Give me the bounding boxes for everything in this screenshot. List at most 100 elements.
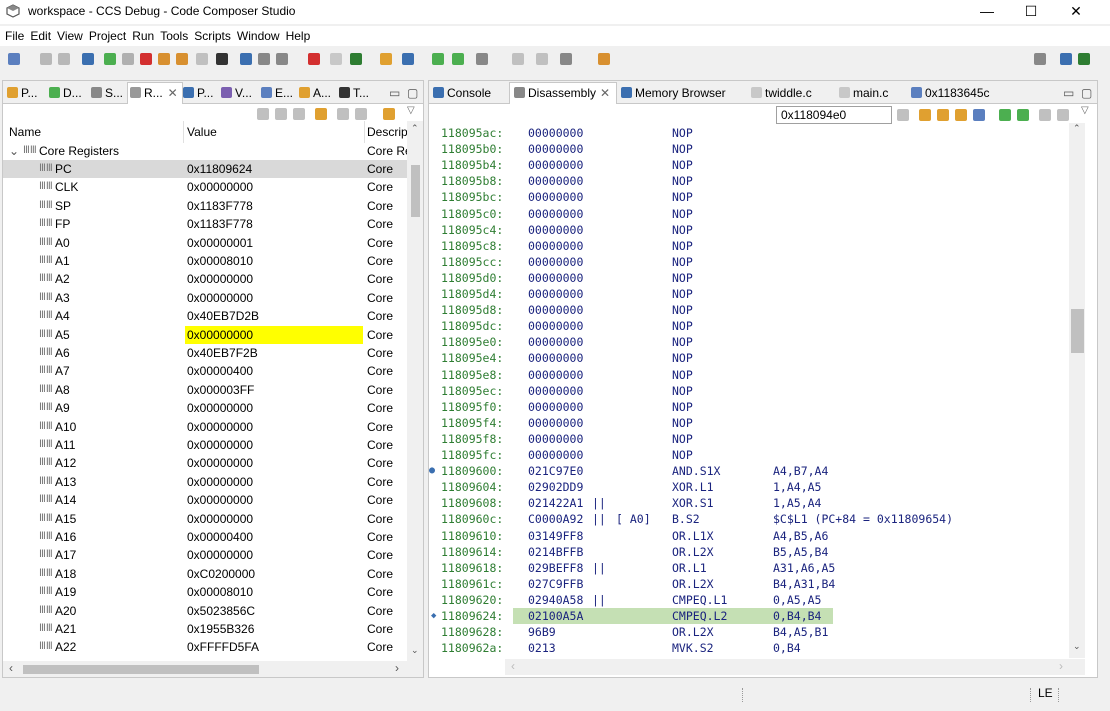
menu-help[interactable]: Help (283, 26, 314, 46)
expand-all-icon[interactable] (275, 108, 287, 120)
disassembly-line[interactable]: 1180960c: C0000A92 || [ A0] B.S2 $C$L1 (PC+84… (437, 511, 1077, 527)
register-row[interactable]: ⅢⅢ A1 0x00008010 Core (3, 252, 407, 270)
disassembly-line[interactable]: 118095b8: 00000000 NOP (437, 173, 1077, 189)
format-icon[interactable] (383, 108, 395, 120)
register-value[interactable]: 0x00000400 (185, 528, 363, 546)
register-row[interactable]: ⅢⅢ A0 0x00000001 Core (3, 234, 407, 252)
register-value[interactable]: 0x5023856C (185, 602, 363, 620)
tab-registers[interactable]: R... ✕ (127, 82, 183, 104)
registers-hscrollbar[interactable]: ‹ › (3, 661, 423, 677)
register-row[interactable]: ⅢⅢ A16 0x00000400 Core (3, 528, 407, 546)
grid-icon[interactable] (216, 53, 228, 65)
register-row[interactable]: ⅢⅢ FP 0x1183F778 Core (3, 215, 407, 233)
pin-icon[interactable] (355, 108, 367, 120)
register-row[interactable]: ⅢⅢ SP 0x1183F778 Core (3, 197, 407, 215)
disassembly-line[interactable]: 11809614: 0214BFFB OR.L2X B5,A5,B4 (437, 544, 1077, 560)
tab-analysis[interactable]: A... (299, 83, 331, 103)
scroll-right-icon[interactable]: › (395, 661, 399, 675)
register-value[interactable]: 0x00000000 (185, 270, 363, 288)
debug-view-icon[interactable] (82, 53, 94, 65)
target-icon[interactable] (240, 53, 252, 65)
register-value[interactable]: 0xC0200000 (185, 565, 363, 583)
menu-window[interactable]: Window (234, 26, 283, 46)
goto-pc-icon[interactable] (919, 109, 931, 121)
disassembly-line[interactable]: 118095c8: 00000000 NOP (437, 238, 1077, 254)
collapse-all-icon[interactable] (257, 108, 269, 120)
menu-scripts[interactable]: Scripts (191, 26, 234, 46)
register-value[interactable]: 0x00000000 (185, 473, 363, 491)
scroll-up-icon[interactable]: ⌃ (1073, 123, 1081, 134)
disassembly-line[interactable]: 11809628: 96B9 OR.L2X B4,A5,B1 (437, 624, 1077, 640)
minimize-view-icon[interactable]: ▭ (1063, 83, 1074, 103)
disassembly-line[interactable]: 118095dc: 00000000 NOP (437, 318, 1077, 334)
disassembly-line[interactable]: 11809610: 03149FF8 OR.L1X A4,B5,A6 (437, 528, 1077, 544)
terminate-icon[interactable] (140, 53, 152, 65)
tab-main-c[interactable]: main.c (839, 83, 888, 103)
tab-project-explorer[interactable]: P... (7, 83, 37, 103)
close-tab-icon[interactable]: ✕ (168, 86, 178, 100)
close-tab-icon[interactable]: ✕ (600, 86, 610, 100)
register-value[interactable]: 0x00000000 (185, 546, 363, 564)
register-row[interactable]: ⅢⅢ A7 0x00000400 Core (3, 362, 407, 380)
breakpoint-icon[interactable]: ● (429, 463, 435, 479)
disassembly-address-input[interactable] (776, 106, 892, 124)
disassembly-line[interactable]: 118095ac: 00000000 NOP (437, 125, 1077, 141)
connect-icon[interactable] (258, 53, 270, 65)
register-value[interactable]: 0x00000000 (185, 289, 363, 307)
skip-breakpoints-icon[interactable] (330, 53, 342, 65)
launch-icon[interactable] (598, 53, 610, 65)
save-icon[interactable] (40, 53, 52, 65)
registers-scroll-thumb[interactable] (411, 165, 420, 217)
pin-disassembly-icon[interactable] (1057, 109, 1069, 121)
disassembly-line[interactable]: 11809620: 02940A58 || CMPEQ.L1 0,A5,A5 (437, 592, 1077, 608)
disassembly-line[interactable]: 118095e4: 00000000 NOP (437, 350, 1077, 366)
register-value[interactable]: 0x00000000 (185, 178, 363, 196)
home-icon[interactable] (937, 109, 949, 121)
disassembly-line[interactable]: 118095c0: 00000000 NOP (437, 206, 1077, 222)
scroll-left-icon[interactable]: ‹ (9, 661, 13, 675)
menu-project[interactable]: Project (86, 26, 129, 46)
step-over-asm-icon[interactable] (452, 53, 464, 65)
tab-problems[interactable]: P... (183, 83, 213, 103)
column-name[interactable]: Name (9, 125, 41, 139)
scroll-left-icon[interactable]: ‹ (511, 659, 515, 673)
register-row[interactable]: ⅢⅢ A19 0x00008010 Core (3, 583, 407, 601)
asm-step-over-icon[interactable] (1017, 109, 1029, 121)
tab-address[interactable]: 0x1183645c (911, 83, 990, 103)
disassembly-line[interactable]: ● 11809600: 021C97E0 AND.S1X A4,B7,A4 (429, 463, 1077, 479)
open-console-icon[interactable] (512, 53, 524, 65)
maximize-view-icon[interactable]: ▢ (407, 83, 418, 103)
perspective-edit-icon[interactable] (1078, 53, 1090, 65)
register-row[interactable]: ⅢⅢ A8 0x000003FF Core (3, 381, 407, 399)
register-row[interactable]: ⅢⅢ A4 0x40EB7D2B Core (3, 307, 407, 325)
disassembly-line[interactable]: 11809618: 029BEFF8 || OR.L1 A31,A6,A5 (437, 560, 1077, 576)
show-source-icon[interactable] (973, 109, 985, 121)
step-return-icon[interactable] (196, 53, 208, 65)
save-all-icon[interactable] (58, 53, 70, 65)
flash-icon[interactable] (402, 53, 414, 65)
menu-run[interactable]: Run (129, 26, 157, 46)
disassembly-hscrollbar[interactable]: ‹ › (505, 659, 1085, 675)
register-row[interactable]: ⅢⅢ A3 0x00000000 Core (3, 289, 407, 307)
register-value[interactable]: 0x00000000 (185, 491, 363, 509)
suspend-icon[interactable] (122, 53, 134, 65)
menu-edit[interactable]: Edit (27, 26, 54, 46)
disassembly-line[interactable]: 118095fc: 00000000 NOP (437, 447, 1077, 463)
register-value[interactable]: 0x00000000 (185, 325, 363, 344)
disassembly-line[interactable]: 118095ec: 00000000 NOP (437, 383, 1077, 399)
menu-file[interactable]: File (2, 26, 27, 46)
step-into-asm-icon[interactable] (432, 53, 444, 65)
register-row[interactable]: ⅢⅢ A9 0x00000000 Core (3, 399, 407, 417)
view-menu-icon[interactable]: ▽ (1081, 105, 1089, 116)
asm-step-into-icon[interactable] (999, 109, 1011, 121)
open-perspective-icon[interactable] (1034, 53, 1046, 65)
register-row[interactable]: ⅢⅢ A5 0x00000000 Core (3, 325, 407, 344)
tab-debug[interactable]: D... (49, 83, 82, 103)
register-value[interactable]: 0x1183F778 (185, 215, 363, 233)
search-icon[interactable] (536, 53, 548, 65)
perspective-debug-icon[interactable] (1060, 53, 1072, 65)
register-row[interactable]: ⅢⅢ A15 0x00000000 Core (3, 510, 407, 528)
disassembly-line[interactable]: 1180962a: 0213 MVK.S2 0,B4 (437, 640, 1077, 656)
menu-view[interactable]: View (54, 26, 86, 46)
refresh-icon[interactable] (315, 108, 327, 120)
